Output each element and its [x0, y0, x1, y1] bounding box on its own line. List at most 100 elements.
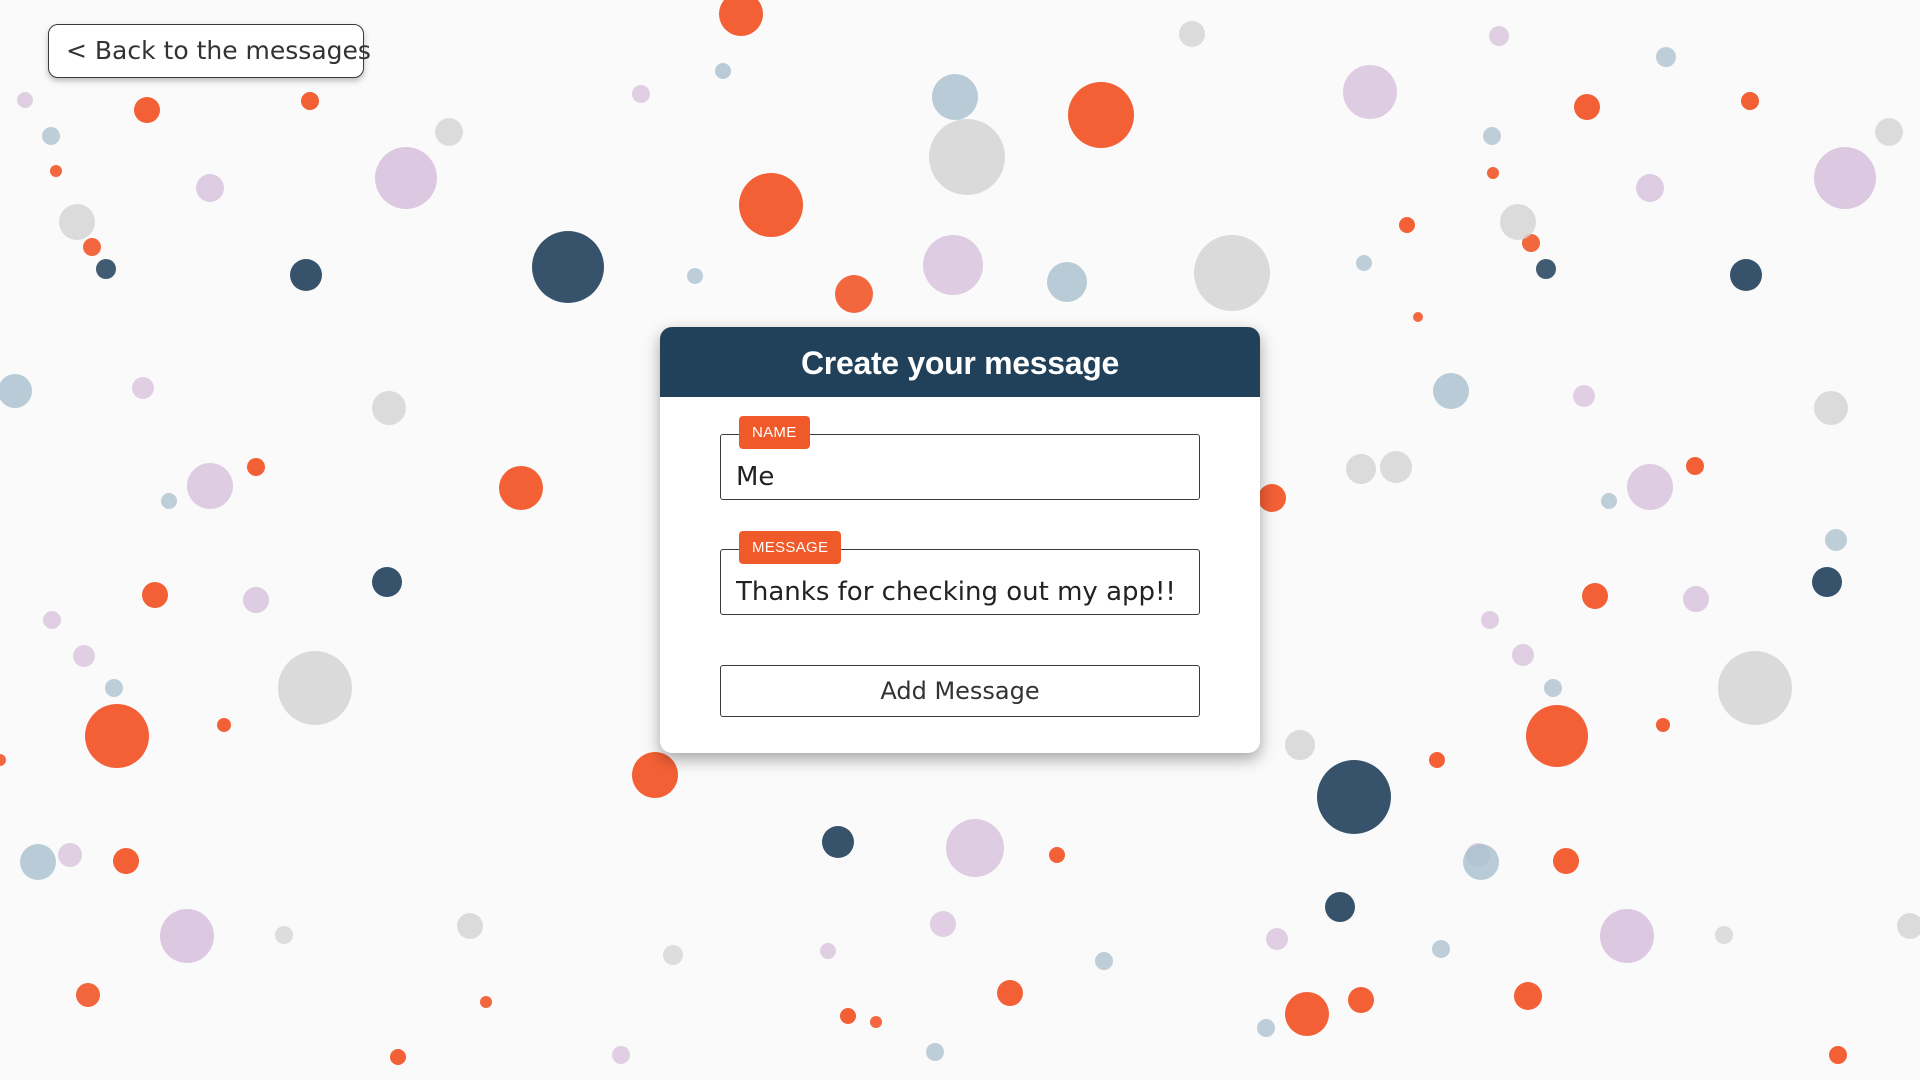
paint-splatter-dot: [1825, 529, 1847, 551]
paint-splatter-dot: [1194, 235, 1270, 311]
paint-splatter-dot: [480, 996, 492, 1008]
paint-splatter-dot: [1829, 1046, 1847, 1064]
paint-splatter-dot: [1814, 391, 1848, 425]
paint-splatter-dot: [1812, 567, 1842, 597]
paint-splatter-dot: [1536, 259, 1556, 279]
paint-splatter-dot: [932, 74, 978, 120]
message-field-label: MESSAGE: [739, 531, 842, 564]
paint-splatter-dot: [1489, 26, 1509, 46]
paint-splatter-dot: [50, 165, 62, 177]
message-field: MESSAGE: [720, 531, 1200, 615]
paint-splatter-dot: [1514, 982, 1542, 1010]
paint-splatter-dot: [1481, 611, 1499, 629]
paint-splatter-dot: [687, 268, 703, 284]
paint-splatter-dot: [1544, 679, 1562, 697]
paint-splatter-dot: [1095, 952, 1113, 970]
paint-splatter-dot: [290, 259, 322, 291]
paint-splatter-dot: [96, 259, 116, 279]
paint-splatter-dot: [243, 587, 269, 613]
add-message-button[interactable]: Add Message: [720, 665, 1200, 717]
paint-splatter-dot: [1686, 457, 1704, 475]
paint-splatter-dot: [1047, 262, 1087, 302]
paint-splatter-dot: [1413, 312, 1423, 322]
paint-splatter-dot: [663, 945, 683, 965]
paint-splatter-dot: [946, 819, 1004, 877]
card-title: Create your message: [660, 327, 1260, 397]
paint-splatter-dot: [1875, 118, 1903, 146]
paint-splatter-dot: [76, 983, 100, 1007]
paint-splatter-dot: [1285, 992, 1329, 1036]
paint-splatter-dot: [42, 127, 60, 145]
paint-splatter-dot: [196, 174, 224, 202]
paint-splatter-dot: [1258, 484, 1286, 512]
paint-splatter-dot: [375, 147, 437, 209]
paint-splatter-dot: [632, 85, 650, 103]
paint-splatter-dot: [1718, 651, 1792, 725]
paint-splatter-dot: [105, 679, 123, 697]
paint-splatter-dot: [926, 1043, 944, 1061]
paint-splatter-dot: [1068, 82, 1134, 148]
paint-splatter-dot: [1487, 167, 1499, 179]
paint-splatter-dot: [1380, 451, 1412, 483]
paint-splatter-dot: [1656, 718, 1670, 732]
paint-splatter-dot: [499, 466, 543, 510]
paint-splatter-dot: [1897, 913, 1920, 939]
paint-splatter-dot: [0, 374, 32, 408]
paint-splatter-dot: [1656, 47, 1676, 67]
paint-splatter-dot: [1285, 730, 1315, 760]
paint-splatter-dot: [929, 119, 1005, 195]
paint-splatter-dot: [217, 718, 231, 732]
paint-splatter-dot: [1356, 255, 1372, 271]
paint-splatter-dot: [134, 97, 160, 123]
paint-splatter-dot: [997, 980, 1023, 1006]
paint-splatter-dot: [1348, 987, 1374, 1013]
paint-splatter-dot: [1741, 92, 1759, 110]
paint-splatter-dot: [160, 909, 214, 963]
paint-splatter-dot: [532, 231, 604, 303]
paint-splatter-dot: [83, 238, 101, 256]
paint-splatter-dot: [1179, 21, 1205, 47]
paint-splatter-dot: [719, 0, 763, 36]
paint-splatter-dot: [1500, 204, 1536, 240]
paint-splatter-dot: [1636, 174, 1664, 202]
paint-splatter-dot: [435, 118, 463, 146]
paint-splatter-dot: [43, 611, 61, 629]
paint-splatter-dot: [715, 63, 731, 79]
paint-splatter-dot: [820, 943, 836, 959]
back-to-messages-button[interactable]: < Back to the messages: [48, 24, 371, 78]
paint-splatter-dot: [372, 567, 402, 597]
paint-splatter-dot: [632, 752, 678, 798]
paint-splatter-dot: [85, 704, 149, 768]
paint-splatter-dot: [59, 204, 95, 240]
paint-splatter-dot: [372, 391, 406, 425]
paint-splatter-dot: [1512, 644, 1534, 666]
create-message-card: Create your message NAME MESSAGE Add Mes…: [660, 327, 1260, 753]
paint-splatter-dot: [73, 645, 95, 667]
name-field-label: NAME: [739, 416, 810, 449]
name-field: NAME: [720, 416, 1200, 500]
paint-splatter-dot: [278, 651, 352, 725]
paint-splatter-dot: [1600, 909, 1654, 963]
paint-splatter-dot: [1730, 259, 1762, 291]
paint-splatter-dot: [1574, 94, 1600, 120]
paint-splatter-dot: [0, 754, 6, 766]
paint-splatter-dot: [822, 826, 854, 858]
paint-splatter-dot: [1553, 848, 1579, 874]
paint-splatter-dot: [1325, 892, 1355, 922]
paint-splatter-dot: [20, 844, 56, 880]
paint-splatter-dot: [301, 92, 319, 110]
paint-splatter-dot: [1317, 760, 1391, 834]
paint-splatter-dot: [1399, 217, 1415, 233]
paint-splatter-dot: [612, 1046, 630, 1064]
paint-splatter-dot: [1483, 127, 1501, 145]
paint-splatter-dot: [1343, 65, 1397, 119]
paint-splatter-dot: [132, 377, 154, 399]
paint-splatter-dot: [923, 235, 983, 295]
paint-splatter-dot: [1257, 1019, 1275, 1037]
paint-splatter-dot: [1573, 385, 1595, 407]
paint-splatter-dot: [275, 926, 293, 944]
paint-splatter-dot: [1463, 844, 1499, 880]
paint-splatter-dot: [1627, 464, 1673, 510]
paint-splatter-dot: [187, 463, 233, 509]
paint-splatter-dot: [930, 911, 956, 937]
